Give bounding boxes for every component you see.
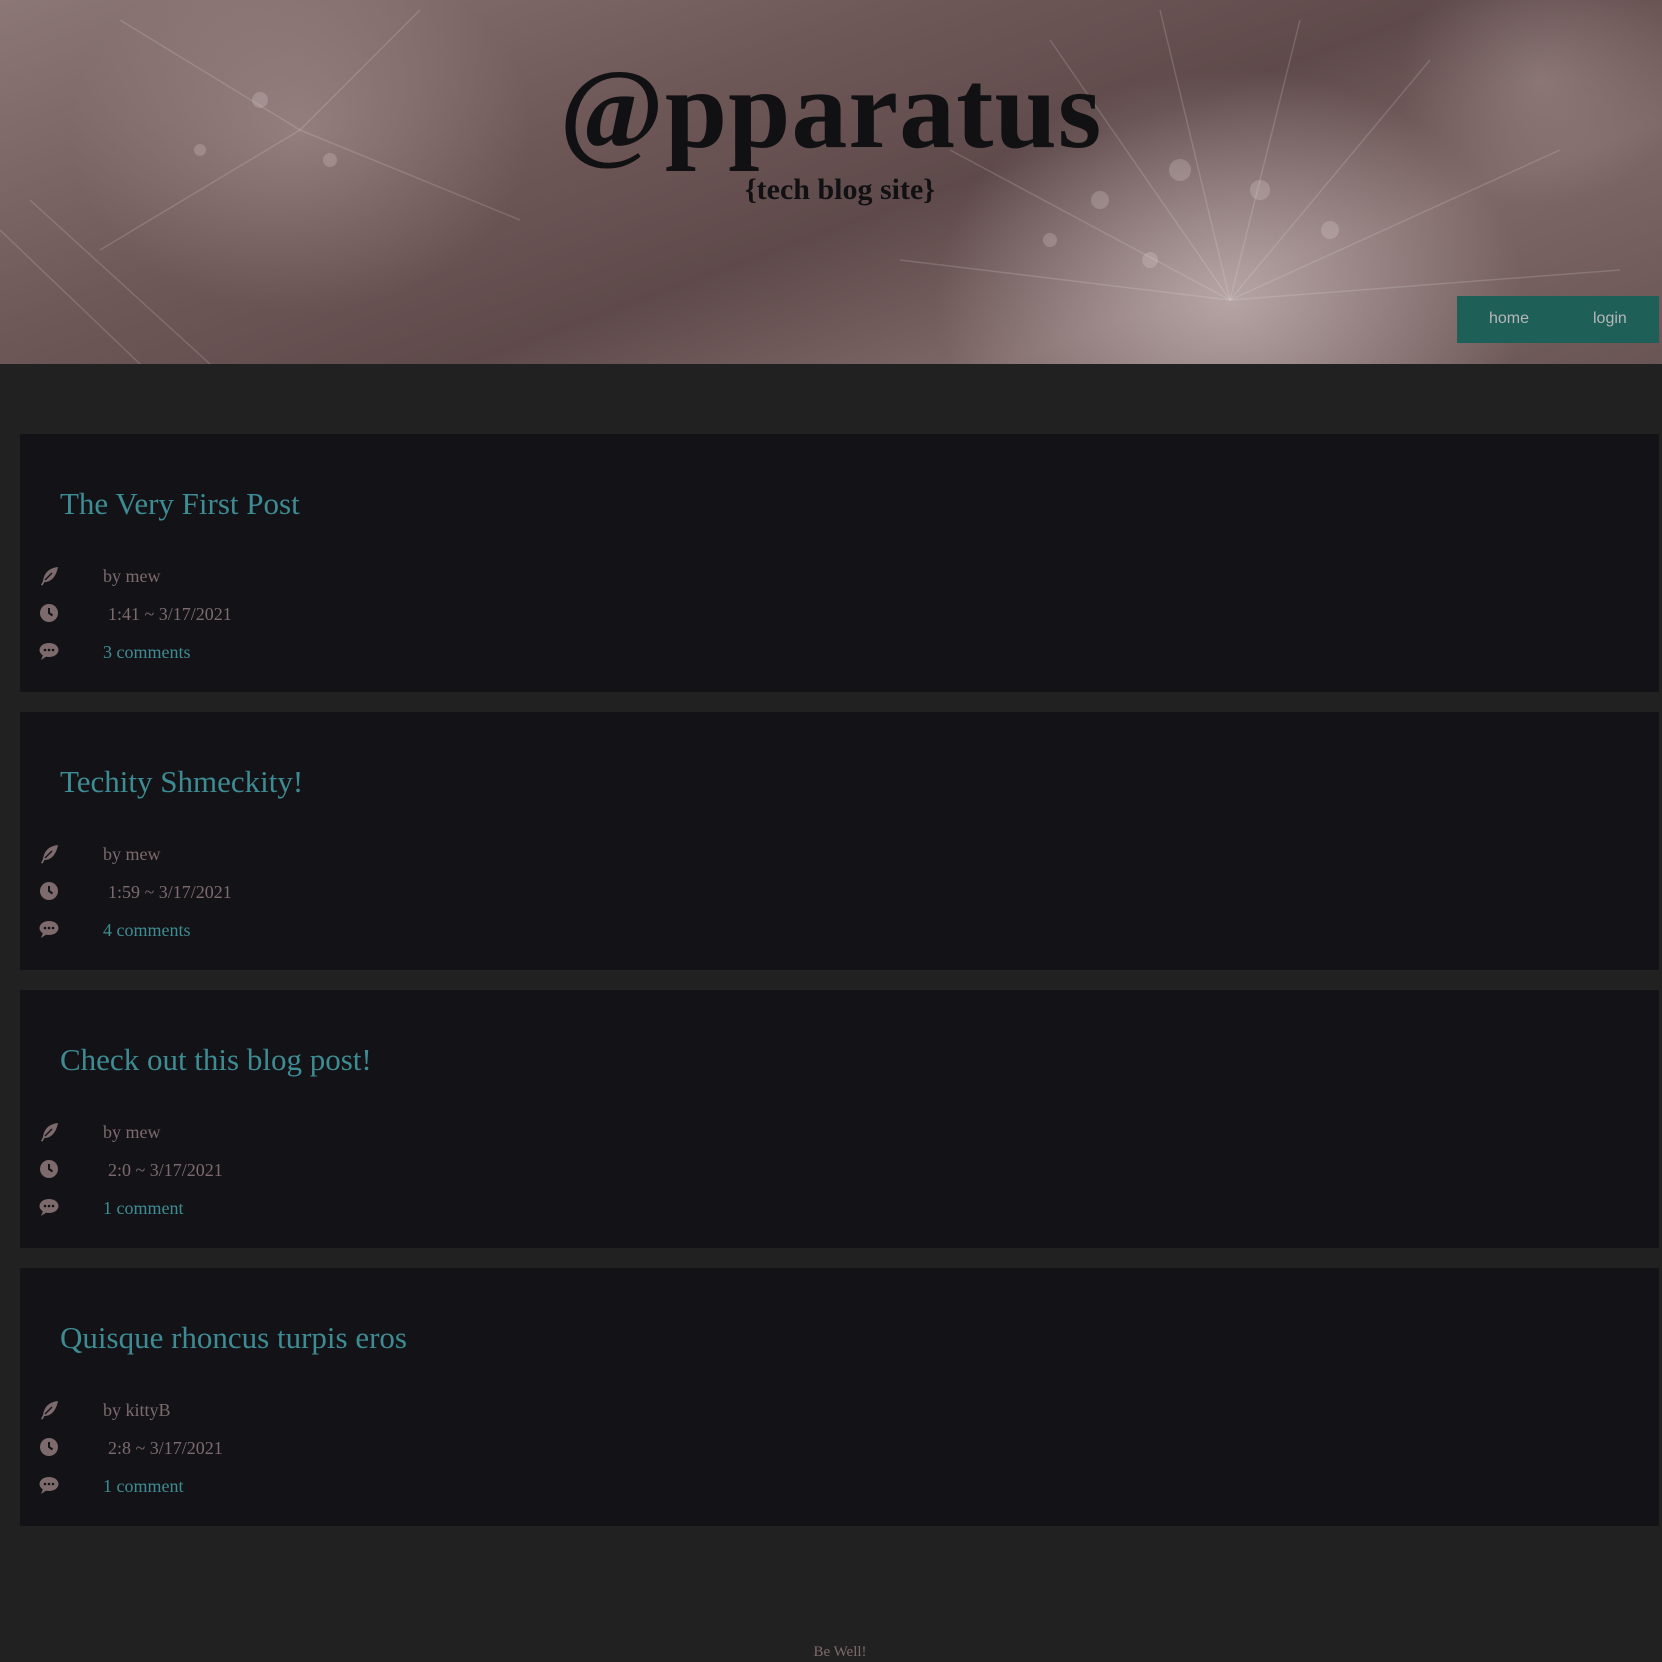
post-comments-row: 1 comment (39, 1474, 183, 1498)
clock-icon (39, 881, 61, 903)
nav-login-link[interactable]: login (1593, 310, 1627, 328)
post-author: by mew (103, 844, 161, 864)
post-card: Techity Shmeckity! by mew 1:59 ~ 3/17/20… (20, 712, 1659, 970)
post-timestamp: 2:0 ~ 3/17/2021 (108, 1160, 223, 1180)
clock-icon (39, 1437, 61, 1459)
post-title-link[interactable]: Techity Shmeckity! (60, 764, 303, 800)
post-comments-row: 3 comments (39, 640, 191, 664)
post-title-link[interactable]: Check out this blog post! (60, 1042, 372, 1078)
comment-icon (39, 1197, 61, 1219)
nav-bar: home login (1457, 296, 1659, 343)
clock-icon (39, 1159, 61, 1181)
comment-icon (39, 1475, 61, 1497)
post-comments-link[interactable]: 1 comment (103, 1196, 183, 1220)
post-time-row: 1:41 ~ 3/17/2021 (39, 602, 232, 626)
header-banner: @pparatus {tech blog site} home login (0, 0, 1662, 364)
post-comments-row: 1 comment (39, 1196, 183, 1220)
feather-icon (39, 565, 61, 587)
post-author: by mew (103, 566, 161, 586)
post-card: The Very First Post by mew 1:41 ~ 3/17/2… (20, 434, 1659, 692)
post-timestamp: 1:59 ~ 3/17/2021 (108, 882, 232, 902)
post-time-row: 2:8 ~ 3/17/2021 (39, 1436, 223, 1460)
post-time-row: 1:59 ~ 3/17/2021 (39, 880, 232, 904)
post-comments-link[interactable]: 3 comments (103, 640, 191, 664)
post-author-row: by mew (39, 1120, 161, 1144)
footer-text: Be Well! (813, 1644, 867, 1660)
post-comments-link[interactable]: 4 comments (103, 918, 191, 942)
post-timestamp: 2:8 ~ 3/17/2021 (108, 1438, 223, 1458)
post-time-row: 2:0 ~ 3/17/2021 (39, 1158, 223, 1182)
site-subtitle: {tech blog site} (744, 173, 936, 206)
post-title-link[interactable]: The Very First Post (60, 486, 300, 522)
post-author-row: by mew (39, 564, 161, 588)
feather-icon (39, 1399, 61, 1421)
post-card: Check out this blog post! by mew 2:0 ~ 3… (20, 990, 1659, 1248)
post-timestamp: 1:41 ~ 3/17/2021 (108, 604, 232, 624)
post-card: Quisque rhoncus turpis eros by kittyB 2:… (20, 1268, 1659, 1526)
nav-home-link[interactable]: home (1489, 310, 1529, 328)
site-title: @pparatus (559, 48, 1103, 172)
comment-icon (39, 919, 61, 941)
post-author-row: by kittyB (39, 1398, 171, 1422)
comment-icon (39, 641, 61, 663)
post-author: by mew (103, 1122, 161, 1142)
post-title-link[interactable]: Quisque rhoncus turpis eros (60, 1320, 407, 1356)
post-comments-row: 4 comments (39, 918, 191, 942)
feather-icon (39, 1121, 61, 1143)
post-author-row: by mew (39, 842, 161, 866)
post-author: by kittyB (103, 1400, 171, 1420)
post-comments-link[interactable]: 1 comment (103, 1474, 183, 1498)
clock-icon (39, 603, 61, 625)
feather-icon (39, 843, 61, 865)
